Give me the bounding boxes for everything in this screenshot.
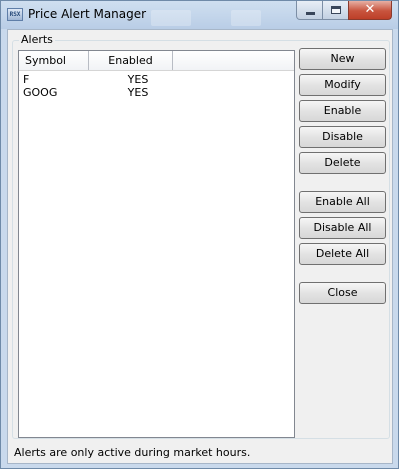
column-header-symbol[interactable]: Symbol [19,51,89,70]
alerts-list-body: F YES GOOG YES [19,71,294,99]
delete-button[interactable]: Delete [299,152,386,174]
background-blur [151,10,191,26]
app-icon: RSX [7,8,23,21]
minimize-icon [306,12,315,15]
window-title: Price Alert Manager [28,7,147,21]
modify-button[interactable]: Modify [299,74,386,96]
title-bar[interactable]: RSX Price Alert Manager ✕ [1,1,398,29]
market-hours-note: Alerts are only active during market hou… [14,446,251,459]
new-button[interactable]: New [299,48,386,70]
alert-symbol: GOOG [23,86,58,99]
alerts-group-label: Alerts [19,33,55,46]
maximize-button[interactable] [322,1,349,20]
alert-symbol: F [23,73,30,86]
alerts-list-header: Symbol Enabled [19,51,294,71]
delete-all-button[interactable]: Delete All [299,243,386,265]
list-item[interactable]: F YES [19,73,294,86]
price-alert-manager-window: RSX Price Alert Manager ✕ Alerts Symbol … [0,0,399,469]
background-blur [231,10,261,26]
enable-button[interactable]: Enable [299,100,386,122]
caption-buttons: ✕ [296,1,392,21]
maximize-icon [331,6,341,14]
column-header-filler [173,51,179,70]
close-icon: ✕ [364,2,376,17]
dialog-client-area: Alerts Symbol Enabled F YES GOOG YES New… [7,29,393,464]
disable-all-button[interactable]: Disable All [299,217,386,239]
list-item[interactable]: GOOG YES [19,86,294,99]
close-window-button[interactable]: ✕ [348,1,392,20]
disable-button[interactable]: Disable [299,126,386,148]
enable-all-button[interactable]: Enable All [299,191,386,213]
alerts-list[interactable]: Symbol Enabled F YES GOOG YES [18,50,295,438]
close-button[interactable]: Close [299,282,386,304]
minimize-button[interactable] [296,1,323,20]
column-header-enabled[interactable]: Enabled [89,51,173,70]
alert-enabled: YES [127,73,149,86]
alert-enabled: YES [127,86,149,99]
